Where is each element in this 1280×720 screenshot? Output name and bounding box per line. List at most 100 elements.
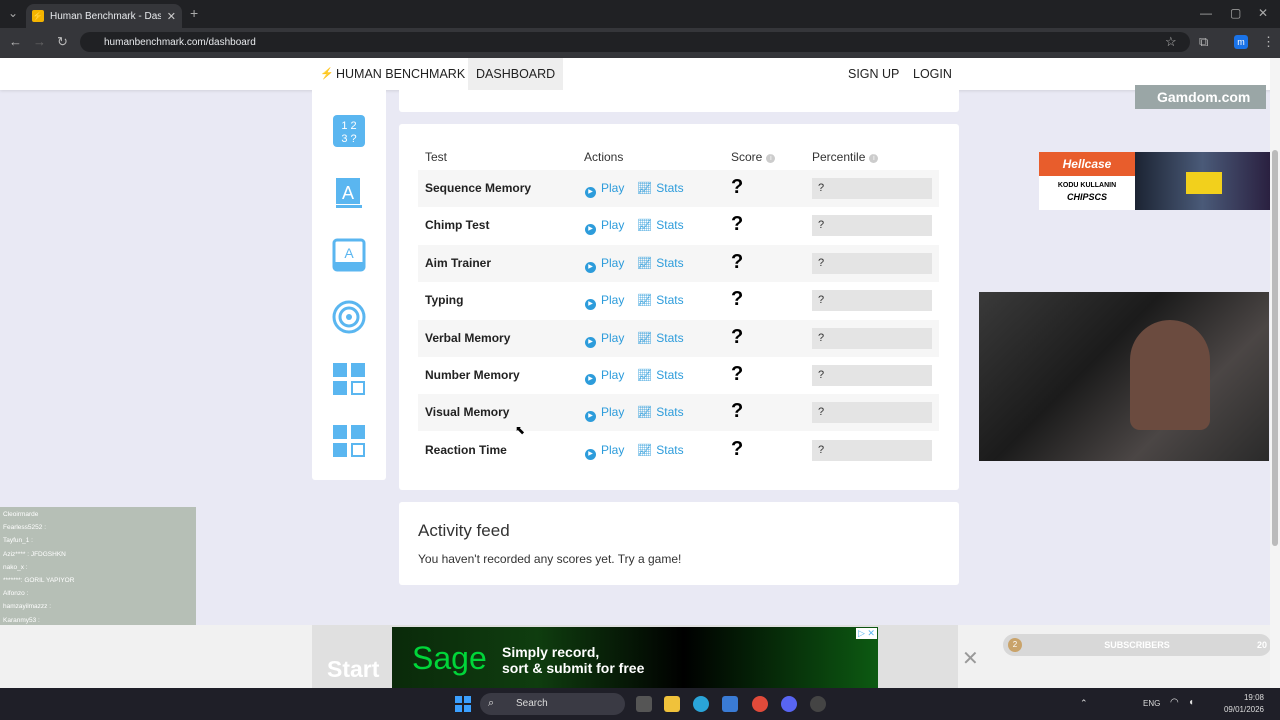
percentile-bar: ? (812, 290, 932, 311)
maximize-icon[interactable]: ▢ (1230, 6, 1241, 20)
scrollbar-thumb[interactable] (1272, 150, 1278, 546)
profile-avatar[interactable]: m (1234, 35, 1248, 49)
browser-tab[interactable]: ⚡ Human Benchmark - Dashboard ✕ (26, 4, 182, 28)
play-link[interactable]: ▶ Play (585, 331, 624, 348)
favicon-icon: ⚡ (32, 10, 44, 22)
streamer-figure (1130, 320, 1210, 430)
gamdom-banner: Gamdom.com (1135, 85, 1266, 109)
percentile-bar: ? (812, 328, 932, 349)
play-link[interactable]: ▶ Play (585, 405, 624, 422)
play-link[interactable]: ▶ Play (585, 368, 624, 385)
stats-link[interactable]: 📈︎ Stats (637, 368, 684, 382)
browser-menu-icon[interactable]: ⋮ (1262, 34, 1275, 50)
chart-icon: 📈︎ (637, 405, 653, 419)
chrome-icon[interactable] (752, 696, 768, 712)
brand-link[interactable]: HUMAN BENCHMARK (336, 58, 465, 90)
hellcase-case-image (1186, 172, 1222, 194)
bolt-icon: ⚡ (320, 68, 334, 80)
task-view-icon[interactable] (636, 696, 652, 712)
site-header (0, 58, 1280, 90)
mouse-cursor: ⬉ (515, 423, 526, 437)
percentile-info-icon[interactable]: i (869, 154, 879, 163)
close-tab-icon[interactable]: ✕ (167, 10, 176, 23)
ad-close-icon[interactable]: ✕ (962, 646, 979, 671)
clock-time[interactable]: 19:08 (1224, 693, 1264, 702)
forward-icon[interactable]: → (33, 34, 46, 49)
chat-message: nako_x : (3, 563, 28, 571)
stats-link[interactable]: 📈︎ Stats (637, 443, 684, 457)
volume-icon[interactable]: ◖ (1188, 697, 1194, 708)
score-value: ? (731, 363, 744, 385)
nav-dashboard[interactable]: DASHBOARD (468, 58, 564, 90)
play-link[interactable]: ▶ Play (585, 293, 624, 310)
visual-memory-grid-icon[interactable] (332, 362, 366, 396)
extensions-icon[interactable]: ⧉ (1199, 34, 1208, 50)
webcam-overlay (979, 292, 1269, 461)
wifi-icon[interactable]: ◠ (1170, 697, 1179, 708)
discord-icon[interactable] (781, 696, 797, 712)
reload-icon[interactable]: ↻ (57, 34, 68, 50)
stats-link[interactable]: 📈︎ Stats (637, 405, 684, 419)
app-icon[interactable] (810, 696, 826, 712)
stats-link[interactable]: 📈︎ Stats (637, 181, 684, 195)
test-name: Visual Memory (425, 405, 510, 419)
chart-icon: 📈︎ (637, 293, 653, 307)
header-test: Test (425, 150, 448, 164)
svg-text:1 2: 1 2 (341, 120, 356, 132)
chat-message: Cleoirmarde (3, 511, 39, 518)
percentile-bar: ? (812, 215, 932, 236)
new-tab-icon[interactable]: + (190, 5, 198, 21)
activity-title: Activity feed (418, 521, 510, 540)
taskbar-search[interactable]: Search (480, 693, 625, 715)
tray-chevron-icon[interactable]: ⌃ (1080, 698, 1088, 709)
signup-link[interactable]: SIGN UP (848, 58, 899, 90)
percentile-bar: ? (812, 178, 932, 199)
aim-target-icon[interactable] (332, 300, 366, 334)
chimp-grid-icon[interactable] (332, 424, 366, 458)
file-explorer-icon[interactable] (664, 696, 680, 712)
edge-icon[interactable] (693, 696, 709, 712)
header-percentile: Percentile i (812, 150, 879, 164)
typing-icon[interactable]: A (332, 238, 366, 272)
stats-link[interactable]: 📈︎ Stats (637, 218, 684, 232)
number-memory-icon[interactable]: 1 23 ? (332, 114, 366, 148)
test-sidebar (312, 90, 386, 480)
score-value: ? (731, 213, 744, 235)
subscribers-goal: 20 (1257, 640, 1268, 650)
window-close-icon[interactable]: ✕ (1258, 6, 1268, 20)
clock-date[interactable]: 09/01/2026 (1204, 705, 1264, 714)
test-name: Reaction Time (425, 443, 507, 457)
stats-link[interactable]: 📈︎ Stats (637, 293, 684, 307)
minimize-icon[interactable]: — (1200, 6, 1212, 20)
play-link[interactable]: ▶ Play (585, 256, 624, 273)
score-value: ? (731, 176, 744, 198)
play-link[interactable]: ▶ Play (585, 181, 624, 198)
back-icon[interactable]: ← (9, 34, 22, 49)
chart-icon: 📈︎ (637, 368, 653, 382)
stats-link[interactable]: 📈︎ Stats (637, 331, 684, 345)
ad-choices-icon[interactable]: ▷ ✕ (856, 628, 877, 639)
score-value: ? (731, 438, 744, 460)
score-value: ? (731, 251, 744, 273)
windows-start-icon[interactable] (455, 696, 471, 712)
play-link[interactable]: ▶ Play (585, 218, 624, 235)
tab-list-icon[interactable]: ⌄ (8, 6, 18, 20)
score-info-icon[interactable]: i (766, 154, 776, 163)
start-text: Start (327, 656, 380, 682)
url-text: humanbenchmark.com/dashboard (104, 36, 256, 48)
top-panel (399, 90, 959, 112)
score-value: ? (731, 400, 744, 422)
verbal-memory-icon[interactable]: A (332, 176, 366, 210)
language-indicator[interactable]: ENG (1143, 699, 1160, 708)
url-input[interactable]: humanbenchmark.com/dashboard (80, 32, 1190, 52)
login-link[interactable]: LOGIN (913, 58, 952, 90)
bookmark-star-icon[interactable]: ☆ (1165, 34, 1177, 50)
percentile-bar: ? (812, 440, 932, 461)
stats-link[interactable]: 📈︎ Stats (637, 256, 684, 270)
chat-message: Alfonzo : (3, 590, 29, 598)
percentile-bar: ? (812, 365, 932, 386)
score-value: ? (731, 326, 744, 348)
play-link[interactable]: ▶ Play (585, 443, 624, 460)
store-icon[interactable] (722, 696, 738, 712)
chart-icon: 📈︎ (637, 331, 653, 345)
